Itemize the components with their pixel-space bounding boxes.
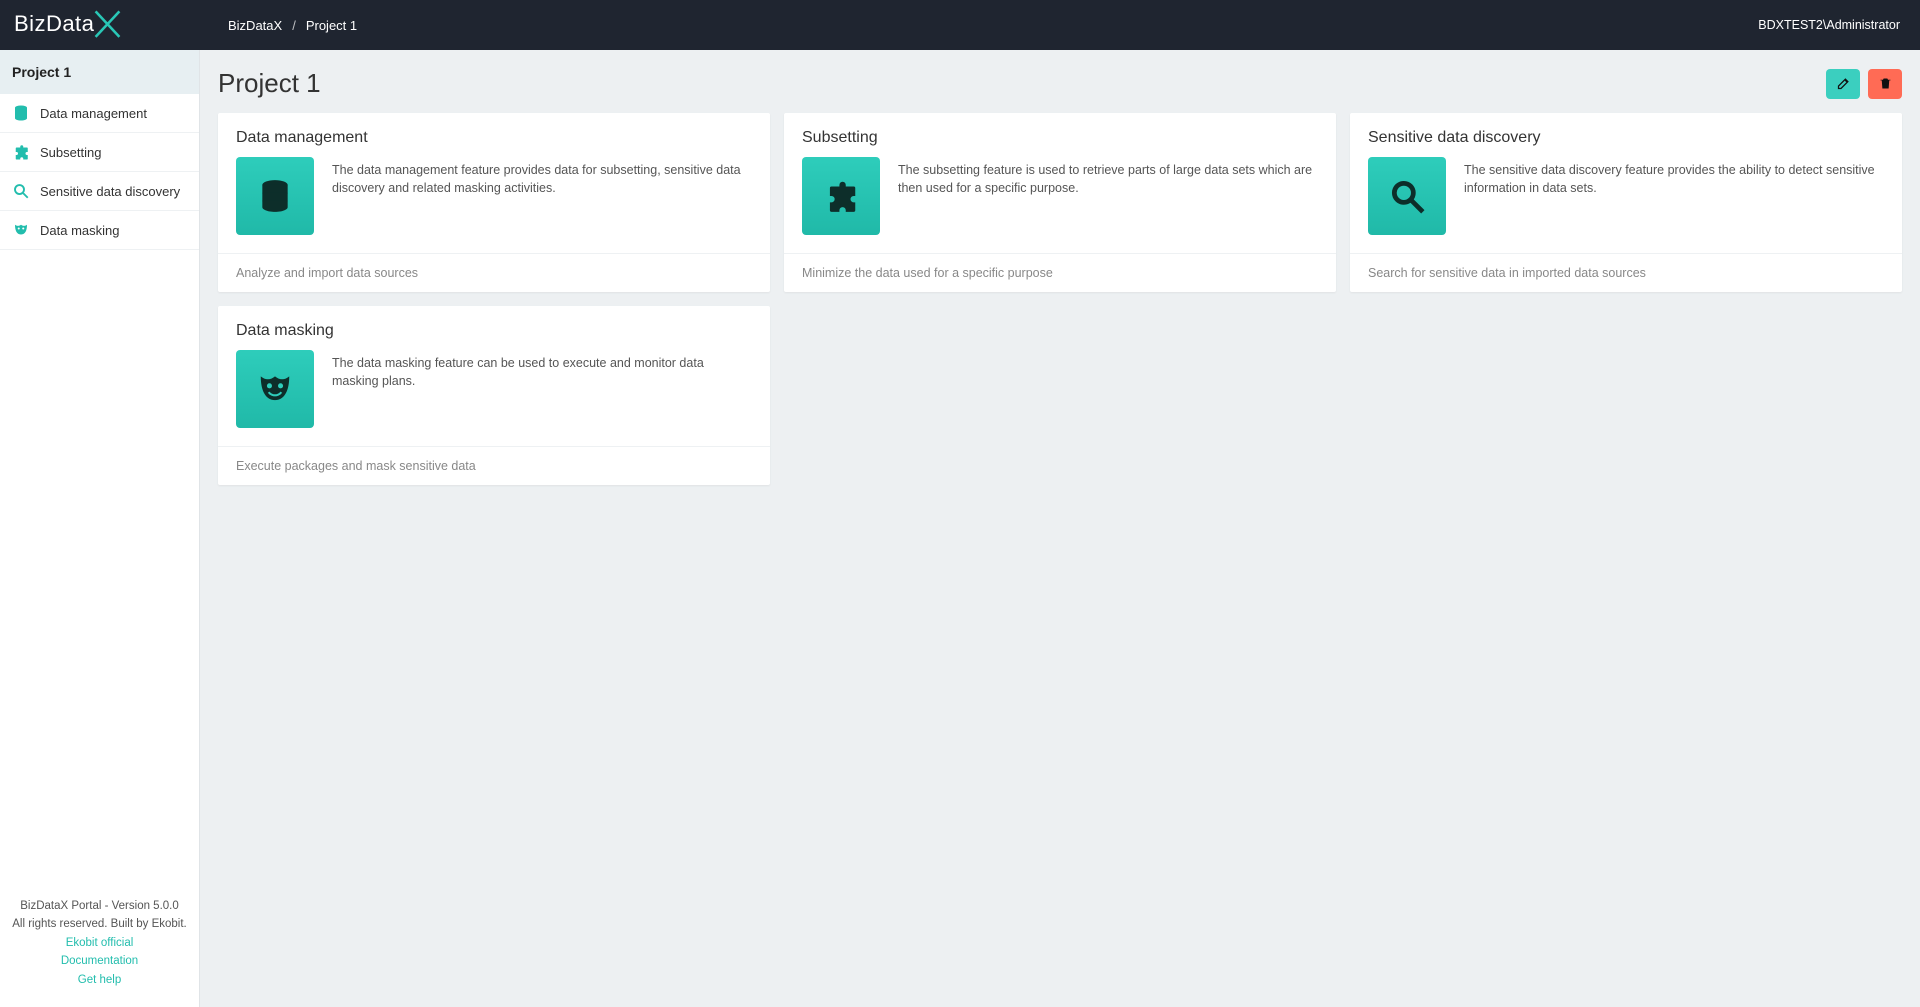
sidebar: Project 1 Data management Subsetting Sen… [0, 50, 200, 1007]
sidebar-item-sensitive-data-discovery[interactable]: Sensitive data discovery [0, 172, 199, 211]
trash-icon [1878, 76, 1893, 91]
footer-version: BizDataX Portal - Version 5.0.0 [6, 897, 193, 915]
bizdatax-logo-icon: BizData [14, 8, 167, 42]
card-data-masking[interactable]: Data masking The data masking feature ca… [218, 306, 770, 485]
edit-icon [1836, 76, 1851, 91]
card-description: The data management feature provides dat… [332, 157, 752, 235]
search-icon [1368, 157, 1446, 235]
puzzle-icon [12, 143, 30, 161]
sidebar-item-data-masking[interactable]: Data masking [0, 211, 199, 250]
puzzle-icon [802, 157, 880, 235]
card-footer: Execute packages and mask sensitive data [218, 446, 770, 485]
page-title: Project 1 [218, 68, 321, 99]
sidebar-item-label: Data masking [40, 223, 119, 238]
card-footer: Analyze and import data sources [218, 253, 770, 292]
topbar: BizData BizDataX / Project 1 BDXTEST2\Ad… [0, 0, 1920, 50]
mask-icon [12, 221, 30, 239]
footer-link-official[interactable]: Ekobit official [6, 934, 193, 952]
breadcrumb-current: Project 1 [306, 18, 357, 33]
card-footer: Search for sensitive data in imported da… [1350, 253, 1902, 292]
card-footer: Minimize the data used for a specific pu… [784, 253, 1336, 292]
card-data-management[interactable]: Data management The data management feat… [218, 113, 770, 292]
card-description: The subsetting feature is used to retrie… [898, 157, 1318, 235]
mask-icon [236, 350, 314, 428]
card-sensitive-data-discovery[interactable]: Sensitive data discovery The sensitive d… [1350, 113, 1902, 292]
page-header: Project 1 [218, 68, 1902, 99]
footer-copyright: All rights reserved. Built by Ekobit. [6, 915, 193, 933]
card-title: Data masking [218, 306, 770, 350]
user-identity[interactable]: BDXTEST2\Administrator [1758, 18, 1900, 32]
search-icon [12, 182, 30, 200]
breadcrumb-separator: / [292, 18, 296, 33]
card-title: Data management [218, 113, 770, 157]
database-icon [12, 104, 30, 122]
breadcrumb: BizDataX / Project 1 [200, 18, 357, 33]
footer-link-help[interactable]: Get help [6, 971, 193, 989]
card-description: The data masking feature can be used to … [332, 350, 752, 428]
sidebar-item-subsetting[interactable]: Subsetting [0, 133, 199, 172]
breadcrumb-root[interactable]: BizDataX [228, 18, 282, 33]
delete-project-button[interactable] [1868, 69, 1902, 99]
app-logo[interactable]: BizData [0, 0, 200, 50]
sidebar-item-label: Data management [40, 106, 147, 121]
sidebar-project-title[interactable]: Project 1 [0, 50, 199, 94]
sidebar-item-label: Subsetting [40, 145, 101, 160]
database-icon [236, 157, 314, 235]
feature-cards: Data management The data management feat… [218, 113, 1902, 485]
card-title: Sensitive data discovery [1350, 113, 1902, 157]
card-title: Subsetting [784, 113, 1336, 157]
sidebar-footer: BizDataX Portal - Version 5.0.0 All righ… [0, 887, 199, 1007]
sidebar-item-data-management[interactable]: Data management [0, 94, 199, 133]
footer-link-docs[interactable]: Documentation [6, 952, 193, 970]
sidebar-item-label: Sensitive data discovery [40, 184, 180, 199]
card-description: The sensitive data discovery feature pro… [1464, 157, 1884, 235]
svg-text:BizData: BizData [14, 11, 95, 36]
edit-project-button[interactable] [1826, 69, 1860, 99]
main-content: Project 1 Data management The data manag… [200, 50, 1920, 1007]
card-subsetting[interactable]: Subsetting The subsetting feature is use… [784, 113, 1336, 292]
